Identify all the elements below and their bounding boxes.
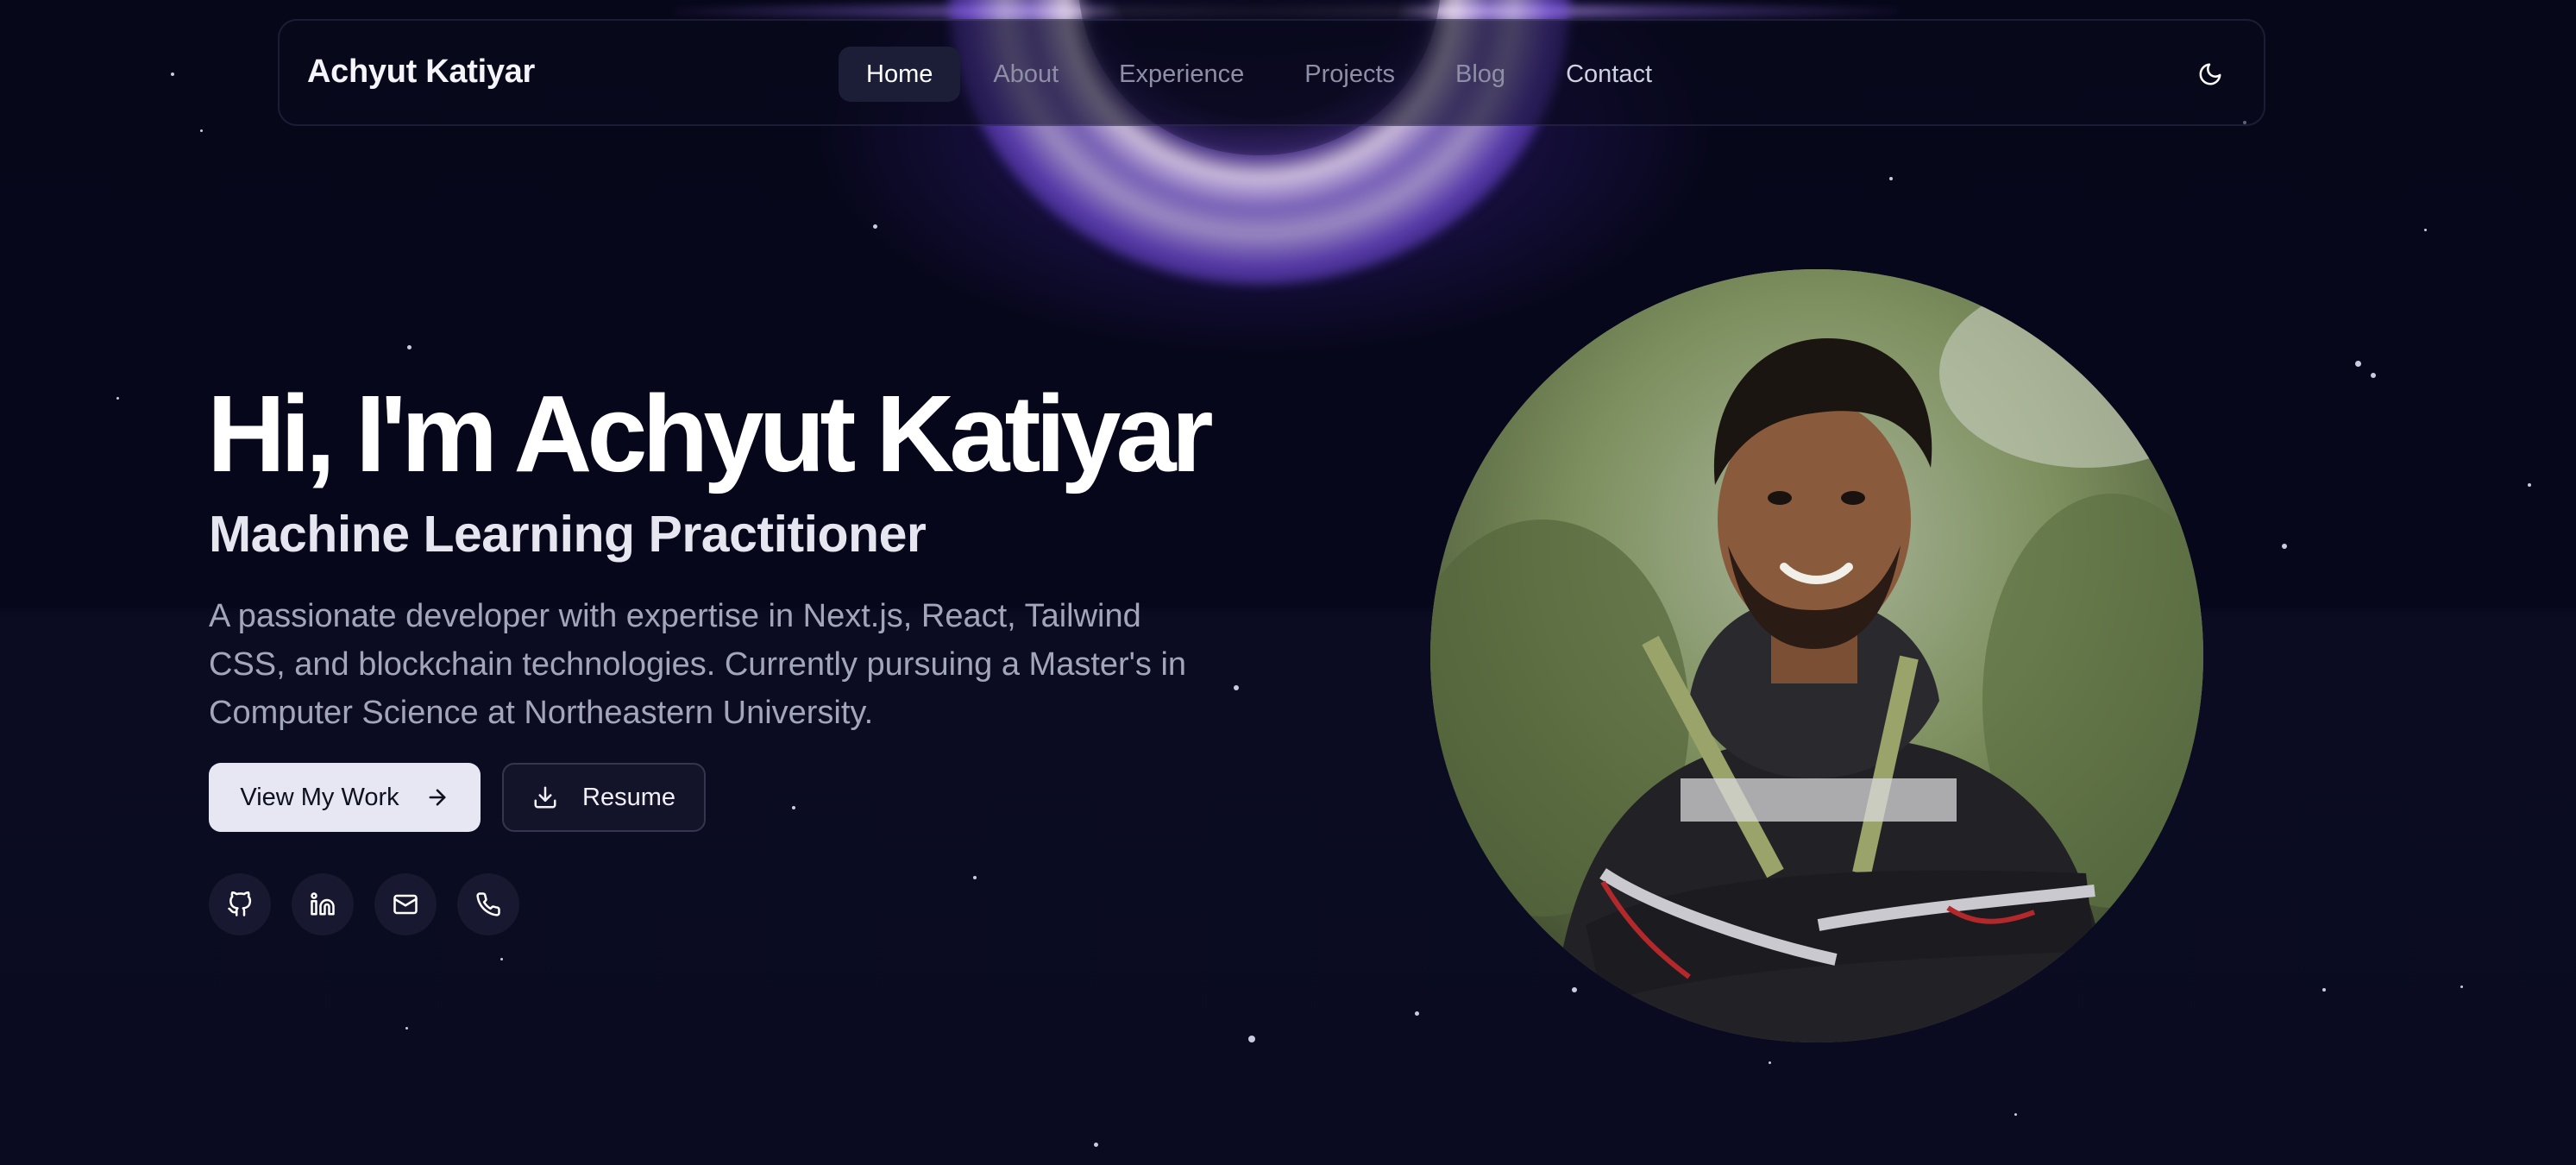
nav-links: Home About Experience Projects Blog Cont…: [839, 47, 1680, 102]
hero-subtitle: Machine Learning Practitioner: [209, 506, 927, 563]
resume-button[interactable]: Resume: [502, 763, 706, 832]
phone-icon: [476, 892, 500, 916]
theme-toggle-button[interactable]: [2191, 55, 2229, 93]
nav-item-home[interactable]: Home: [839, 47, 961, 102]
moon-icon: [2199, 63, 2221, 85]
linkedin-icon: [311, 892, 335, 916]
page: Achyut Katiyar Home About Experience Pro…: [0, 0, 2576, 1165]
social-links: [209, 873, 519, 935]
nav-item-blog[interactable]: Blog: [1428, 47, 1533, 102]
hero-description: A passionate developer with expertise in…: [209, 598, 1187, 731]
nav-item-experience[interactable]: Experience: [1091, 47, 1272, 102]
nav-item-projects[interactable]: Projects: [1277, 47, 1423, 102]
github-link[interactable]: [209, 873, 271, 935]
brand-name[interactable]: Achyut Katiyar: [307, 54, 535, 91]
resume-label: Resume: [582, 783, 675, 811]
mail-icon: [393, 894, 418, 915]
profile-photo-illustration: [1430, 269, 2203, 1042]
nav-item-contact[interactable]: Contact: [1538, 47, 1680, 102]
nav-item-about[interactable]: About: [965, 47, 1086, 102]
view-my-work-button[interactable]: View My Work: [209, 763, 481, 832]
download-icon: [534, 786, 556, 809]
linkedin-link[interactable]: [292, 873, 354, 935]
arrow-right-icon: [429, 789, 446, 806]
email-link[interactable]: [374, 873, 437, 935]
github-icon: [228, 891, 252, 916]
view-my-work-label: View My Work: [240, 783, 399, 811]
profile-photo: [1430, 269, 2203, 1042]
navbar: Achyut Katiyar Home About Experience Pro…: [278, 19, 2265, 126]
phone-link[interactable]: [457, 873, 519, 935]
hero-title: Hi, I'm Achyut Katiyar: [207, 373, 1214, 494]
